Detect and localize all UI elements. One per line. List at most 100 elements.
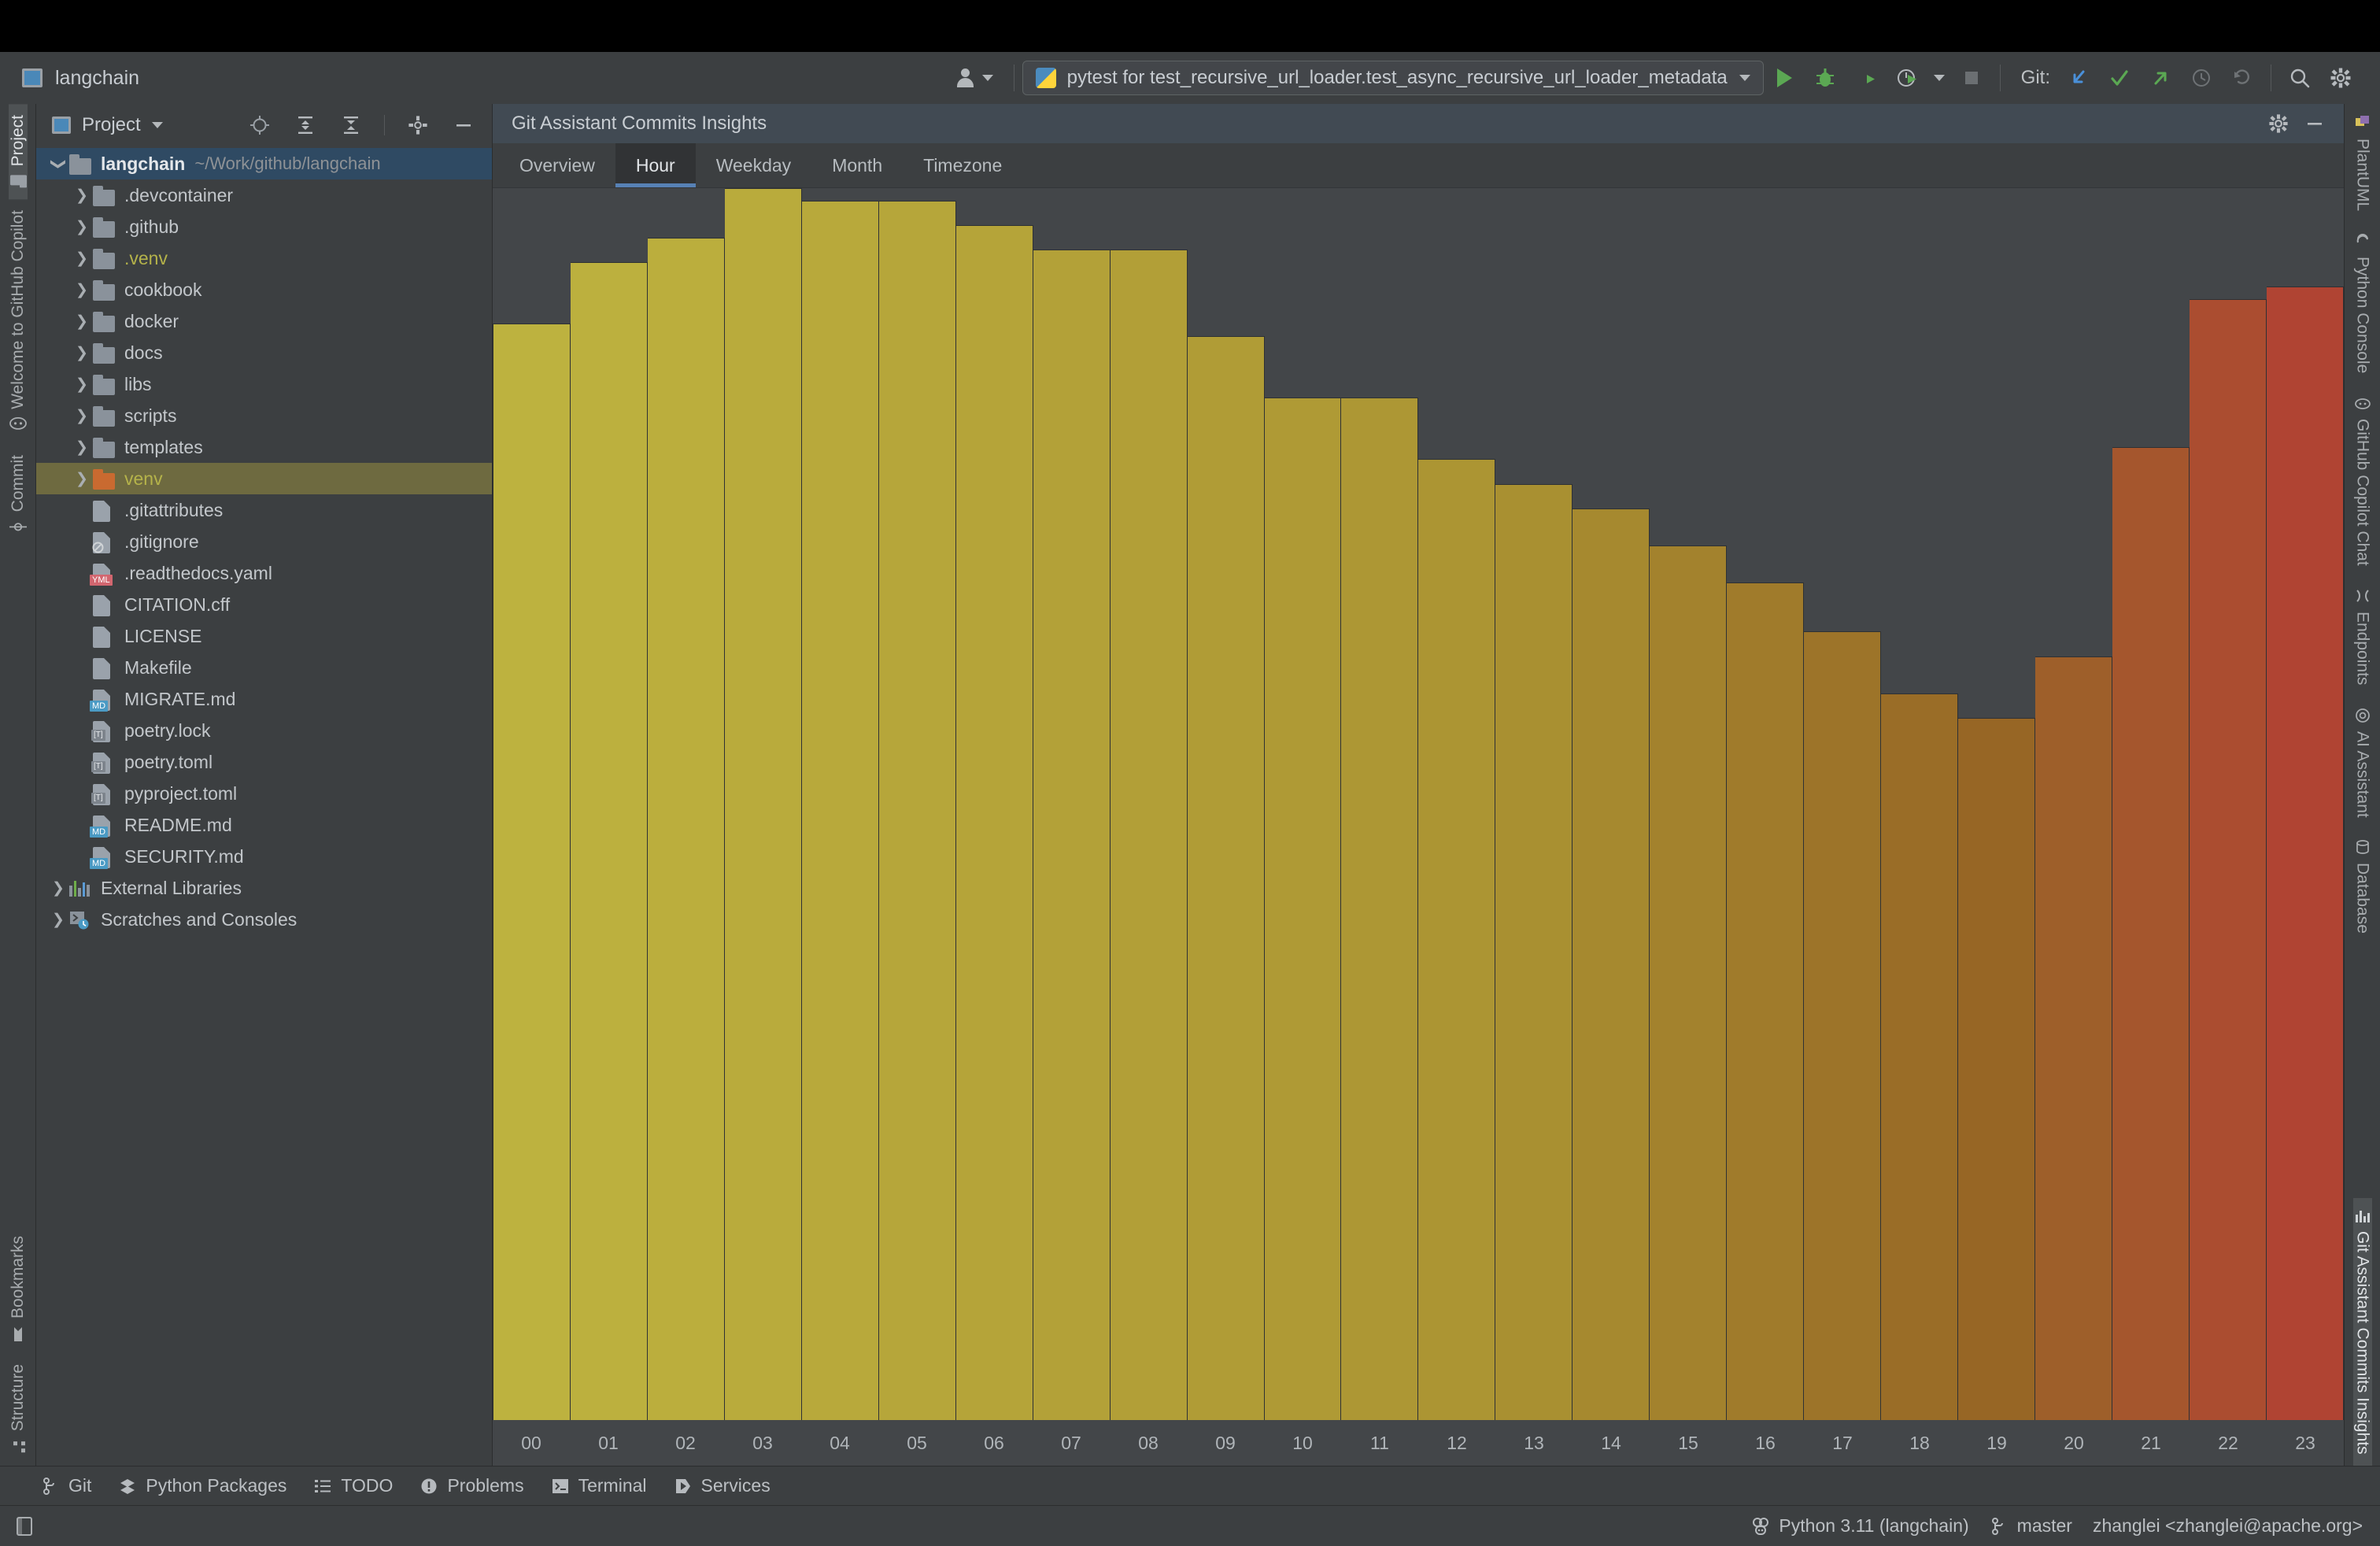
tree-node[interactable]: ❯ libs bbox=[36, 368, 492, 400]
sidebar-item-git-assistant-commits-insights[interactable]: Git Assistant Commits Insights bbox=[2352, 1198, 2372, 1466]
run-configuration-selector[interactable]: pytest for test_recursive_url_loader.tes… bbox=[1022, 61, 1764, 95]
tab-hour[interactable]: Hour bbox=[615, 143, 696, 187]
sidebar-item-endpoints[interactable]: Endpoints bbox=[2353, 577, 2372, 696]
chart-bar[interactable] bbox=[1264, 398, 1342, 1420]
update-project-button[interactable] bbox=[2058, 57, 2099, 98]
sidebar-item-python-console[interactable]: Python Console bbox=[2353, 222, 2372, 384]
profile-dropdown-button[interactable] bbox=[1927, 57, 1951, 98]
chevron-right-icon[interactable]: ❯ bbox=[71, 407, 93, 425]
tree-node[interactable]: ❯ External Libraries bbox=[36, 872, 492, 904]
tree-node[interactable]: MD MIGRATE.md bbox=[36, 683, 492, 715]
expand-all-icon[interactable] bbox=[288, 115, 323, 135]
chart-bar[interactable] bbox=[1495, 483, 1573, 1420]
tab-overview[interactable]: Overview bbox=[499, 143, 615, 187]
tab-weekday[interactable]: Weekday bbox=[696, 143, 811, 187]
minimize-icon[interactable] bbox=[446, 115, 481, 135]
gear-icon[interactable] bbox=[401, 115, 435, 135]
tree-node[interactable]: ❯ docker bbox=[36, 305, 492, 337]
tree-node[interactable]: [T] pyproject.toml bbox=[36, 778, 492, 809]
chevron-right-icon[interactable]: ❯ bbox=[71, 470, 93, 488]
chart-bar[interactable] bbox=[570, 261, 648, 1420]
sidebar-item-structure[interactable]: Structure bbox=[9, 1353, 28, 1466]
chart-bar[interactable] bbox=[2266, 287, 2344, 1420]
sidebar-item-commit[interactable]: Commit bbox=[9, 444, 28, 545]
tree-node[interactable]: [T] poetry.toml bbox=[36, 746, 492, 778]
tool-window-git[interactable]: Git bbox=[41, 1475, 91, 1496]
tree-node[interactable]: [T] poetry.lock bbox=[36, 715, 492, 746]
git-user-status[interactable]: zhanglei <zhanglei@apache.org> bbox=[2093, 1515, 2363, 1537]
sidebar-item-bookmarks[interactable]: Bookmarks bbox=[9, 1225, 28, 1353]
tree-node[interactable]: ❯ templates bbox=[36, 431, 492, 463]
chevron-right-icon[interactable]: ❯ bbox=[71, 250, 93, 268]
chart-bar[interactable] bbox=[2035, 656, 2113, 1420]
sidebar-item-welcome-copilot[interactable]: Welcome to GitHub Copilot bbox=[9, 199, 28, 444]
chevron-right-icon[interactable]: ❯ bbox=[71, 281, 93, 299]
chart-bar[interactable] bbox=[493, 324, 571, 1420]
tree-node[interactable]: ❯ venv bbox=[36, 463, 492, 494]
chart-bar[interactable] bbox=[724, 188, 802, 1420]
chart-bar[interactable] bbox=[2189, 298, 2267, 1420]
tree-node[interactable]: .gitignore bbox=[36, 526, 492, 557]
tree-node[interactable]: Makefile bbox=[36, 652, 492, 683]
tree-node[interactable]: MD SECURITY.md bbox=[36, 841, 492, 872]
sidebar-item-copilot-chat[interactable]: GitHub Copilot Chat bbox=[2353, 384, 2372, 577]
tree-node[interactable]: ❯ .github bbox=[36, 211, 492, 242]
user-account-button[interactable] bbox=[935, 68, 1006, 88]
chart-bar[interactable] bbox=[1650, 545, 1728, 1420]
minimize-icon[interactable] bbox=[2300, 113, 2330, 134]
layout-icon[interactable] bbox=[16, 1516, 33, 1537]
tree-node[interactable]: .gitattributes bbox=[36, 494, 492, 526]
tool-window-services[interactable]: Services bbox=[674, 1475, 771, 1496]
chart-bar[interactable] bbox=[1418, 459, 1496, 1420]
tab-timezone[interactable]: Timezone bbox=[903, 143, 1022, 187]
tab-month[interactable]: Month bbox=[811, 143, 903, 187]
tree-node[interactable]: MD README.md bbox=[36, 809, 492, 841]
chart-bar[interactable] bbox=[955, 224, 1033, 1420]
python-interpreter-status[interactable]: Python 3.11 (langchain) bbox=[1751, 1515, 1969, 1537]
tree-node[interactable]: ❯ .devcontainer bbox=[36, 179, 492, 211]
search-everywhere-button[interactable] bbox=[2279, 57, 2320, 98]
debug-button[interactable] bbox=[1805, 57, 1846, 98]
chevron-right-icon[interactable]: ❯ bbox=[71, 187, 93, 205]
tree-node[interactable]: ❯ docs bbox=[36, 337, 492, 368]
sidebar-item-ai-assistant[interactable]: AI Assistant bbox=[2353, 697, 2372, 829]
push-button[interactable] bbox=[2140, 57, 2181, 98]
chart-bar[interactable] bbox=[878, 200, 956, 1420]
chart-bar[interactable] bbox=[1881, 693, 1959, 1420]
settings-button[interactable] bbox=[2320, 57, 2361, 98]
chevron-right-icon[interactable]: ❯ bbox=[71, 375, 93, 394]
project-widget[interactable]: langchain bbox=[0, 67, 935, 90]
chart-bar[interactable] bbox=[647, 237, 725, 1420]
chart-bar[interactable] bbox=[1187, 335, 1265, 1420]
sidebar-item-database[interactable]: Database bbox=[2353, 828, 2372, 945]
chevron-right-icon[interactable]: ❯ bbox=[71, 218, 93, 236]
rollback-button[interactable] bbox=[2222, 57, 2263, 98]
chart-bar[interactable] bbox=[801, 200, 879, 1420]
tree-node[interactable]: ❯ scripts bbox=[36, 400, 492, 431]
chart-bar[interactable] bbox=[1572, 508, 1650, 1420]
profile-button[interactable] bbox=[1887, 57, 1927, 98]
commit-button[interactable] bbox=[2099, 57, 2140, 98]
chevron-right-icon[interactable]: ❯ bbox=[71, 313, 93, 331]
locate-icon[interactable] bbox=[242, 115, 277, 135]
history-button[interactable] bbox=[2181, 57, 2222, 98]
chevron-right-icon[interactable]: ❯ bbox=[50, 153, 68, 175]
gear-icon[interactable] bbox=[2257, 113, 2300, 134]
tree-node[interactable]: ❯ cookbook bbox=[36, 274, 492, 305]
tree-node[interactable]: CITATION.cff bbox=[36, 589, 492, 620]
run-with-coverage-button[interactable] bbox=[1846, 57, 1887, 98]
tree-node[interactable]: YML .readthedocs.yaml bbox=[36, 557, 492, 589]
tool-window-todo[interactable]: TODO bbox=[313, 1475, 393, 1496]
sidebar-item-plantuml[interactable]: PlantUML bbox=[2353, 104, 2372, 222]
chart-bar[interactable] bbox=[1110, 250, 1188, 1420]
chart-bar[interactable] bbox=[1727, 582, 1805, 1420]
chart-bar[interactable] bbox=[1341, 398, 1419, 1420]
tree-node[interactable]: ❯ langchain ~/Work/github/langchain bbox=[36, 148, 492, 179]
tool-window-terminal[interactable]: Terminal bbox=[551, 1475, 647, 1496]
git-branch-status[interactable]: master bbox=[1990, 1515, 2072, 1537]
chart-bar[interactable] bbox=[1804, 631, 1882, 1420]
sidebar-item-project[interactable]: Project bbox=[8, 104, 28, 200]
collapse-all-icon[interactable] bbox=[334, 115, 368, 135]
chevron-down-icon[interactable] bbox=[151, 122, 163, 128]
tree-node[interactable]: ❯ .venv bbox=[36, 242, 492, 274]
